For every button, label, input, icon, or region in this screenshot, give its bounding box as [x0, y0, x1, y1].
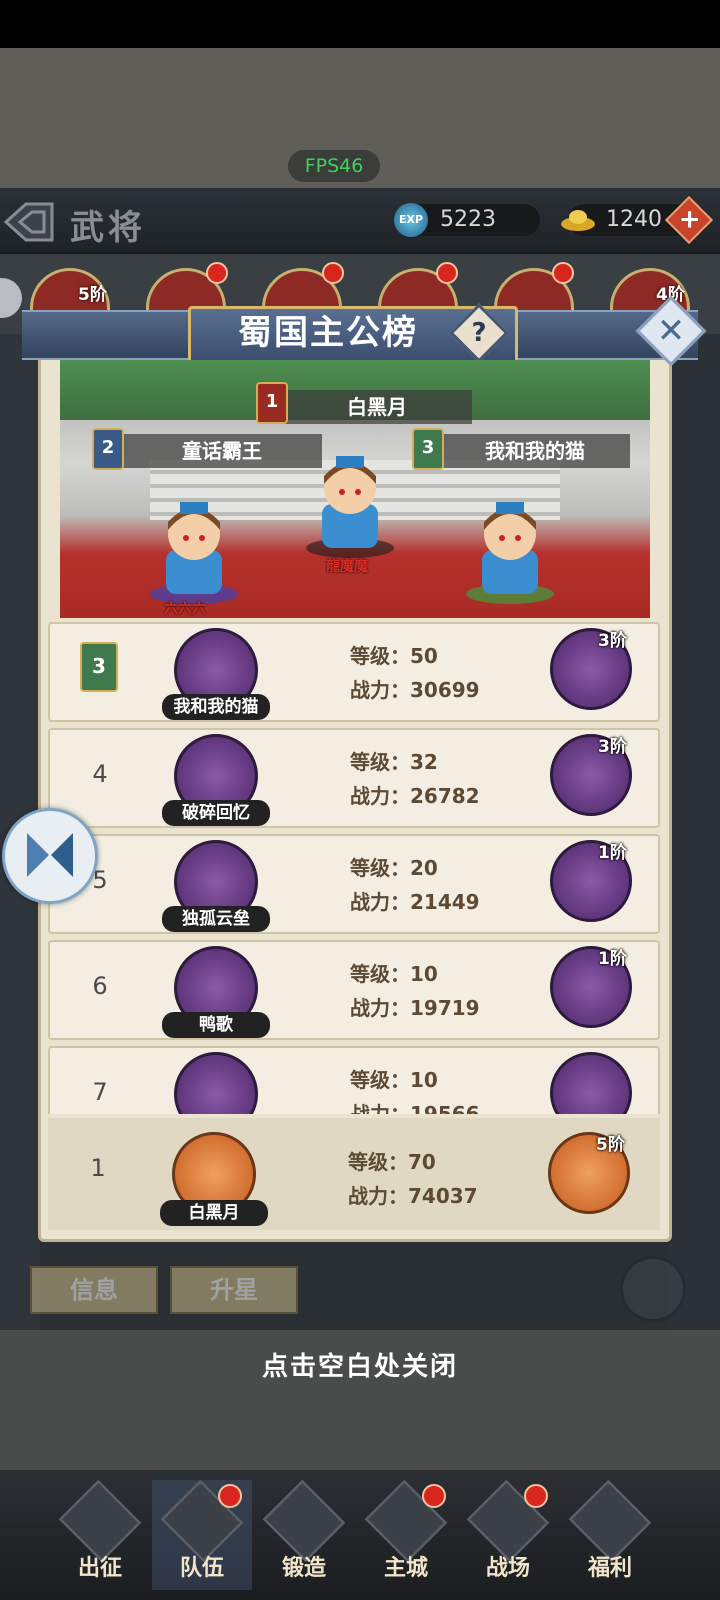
info-button[interactable]: 信息: [30, 1266, 158, 1314]
my-name: 白黑月: [160, 1200, 268, 1226]
floating-assistant-icon[interactable]: [2, 808, 98, 904]
close-icon: ✕: [656, 311, 686, 351]
rank-number: 6: [92, 972, 108, 1000]
my-hero-star-label: 5阶: [596, 1135, 625, 1155]
notification-dot: [436, 262, 458, 284]
my-rank-row[interactable]: 1 白黑月 等级：70 战力：74037 5阶: [48, 1118, 660, 1230]
player-level: 等级：32: [350, 750, 438, 774]
tab-expedition[interactable]: 出征: [50, 1479, 150, 1590]
plus-icon: +: [678, 204, 701, 235]
player-name: 破碎回忆: [162, 800, 270, 826]
game-screen: FPS46 武将 5223 EXP 1240 + 5阶 4阶 信息 升星 蜀国主…: [0, 0, 720, 1600]
hero-star-label: 5阶: [78, 285, 107, 305]
player-level: 等级：10: [350, 1068, 438, 1092]
rank-number: 4: [92, 760, 108, 788]
hero-avatar[interactable]: [550, 1052, 632, 1114]
hero-star-label: 3阶: [598, 631, 627, 651]
rank-2-flag: 2: [92, 428, 124, 470]
my-rank-number: 1: [90, 1154, 106, 1182]
player-power: 战力：19566: [350, 1102, 480, 1114]
fps-counter: FPS46: [288, 150, 380, 182]
player-name: 鸭歌: [162, 1012, 270, 1038]
ranking-row[interactable]: 5 独孤云垒 等级：20 战力：21449 1阶: [48, 834, 660, 934]
ranking-row[interactable]: 6 鸭歌 等级：10 战力：19719 1阶: [48, 940, 660, 1040]
bottom-tab-bar: 出征 队伍 锻造 主城 战场 福利: [0, 1470, 720, 1600]
first-place-tag: 龍魔魔: [326, 559, 368, 575]
gold-ingot-icon: [561, 210, 595, 231]
tab-label: 锻造: [281, 1555, 326, 1581]
my-power: 战力：74037: [348, 1184, 478, 1208]
player-power: 战力：30699: [350, 678, 480, 702]
tab-forge[interactable]: 锻造: [254, 1479, 354, 1590]
panel-title: 蜀国主公榜: [238, 313, 418, 353]
hero-star-label: 1阶: [598, 949, 627, 969]
player-level: 等级：10: [350, 962, 438, 986]
back-arrow-icon[interactable]: [0, 194, 58, 250]
rank-flag-icon: 3: [80, 642, 118, 692]
my-level: 等级：70: [348, 1150, 436, 1174]
tab-label: 战场: [485, 1555, 530, 1581]
question-icon: ?: [471, 318, 487, 348]
status-bar: [0, 0, 720, 48]
tab-team[interactable]: 队伍: [152, 1479, 252, 1590]
second-place-name: 童话霸王: [122, 434, 322, 468]
podium-scene: 白黑月 1 童话霸王 2 我和我的猫 3 龍魔魔 六六六: [60, 360, 650, 618]
notification-dot: [524, 1484, 548, 1508]
background-right: [668, 334, 720, 1334]
tab-label: 主城: [383, 1555, 428, 1581]
ranking-row[interactable]: 4 破碎回忆 等级：32 战力：26782 3阶: [48, 728, 660, 828]
tab-main-city[interactable]: 主城: [356, 1479, 456, 1590]
first-place-avatar[interactable]: [302, 448, 398, 558]
exp-icon: EXP: [394, 203, 428, 237]
first-place-name: 白黑月: [282, 390, 472, 424]
player-power: 战力：26782: [350, 784, 480, 808]
third-place-avatar[interactable]: [462, 494, 558, 604]
notification-dot: [552, 262, 574, 284]
rank-number: 7: [92, 1078, 108, 1106]
notification-dot: [422, 1484, 446, 1508]
ranking-row[interactable]: 3 我和我的猫 等级：50 战力：30699 3阶: [48, 622, 660, 722]
page-title: 武将: [70, 208, 146, 248]
notification-dot: [322, 262, 344, 284]
upgrade-star-button[interactable]: 升星: [170, 1266, 298, 1314]
second-place-tag: 六六六: [164, 601, 206, 617]
player-name: 独孤云垒: [162, 906, 270, 932]
tab-battlefield[interactable]: 战场: [458, 1479, 558, 1590]
third-place-name: 我和我的猫: [440, 434, 630, 468]
rank-1-flag: 1: [256, 382, 288, 424]
player-power: 战力：19719: [350, 996, 480, 1020]
ranking-list[interactable]: 3 我和我的猫 等级：50 战力：30699 3阶 4 破碎回忆 等级：32 战…: [48, 622, 660, 1114]
hero-star-label: 1阶: [598, 843, 627, 863]
tab-label: 出征: [77, 1555, 122, 1581]
notification-dot: [206, 262, 228, 284]
player-power: 战力：21449: [350, 890, 480, 914]
tab-label: 福利: [587, 1555, 632, 1581]
player-level: 等级：20: [350, 856, 438, 880]
ranking-row[interactable]: 7 等级：10 战力：19566: [48, 1046, 660, 1114]
player-level: 等级：50: [350, 644, 438, 668]
player-name: 我和我的猫: [162, 694, 270, 720]
top-bar: 武将 5223 EXP 1240: [0, 188, 720, 254]
notification-dot: [218, 1484, 242, 1508]
tab-welfare[interactable]: 福利: [560, 1479, 660, 1590]
close-hint[interactable]: 点击空白处关闭: [0, 1346, 720, 1383]
second-place-avatar[interactable]: [146, 494, 242, 604]
tab-label: 队伍: [179, 1555, 224, 1581]
hero-star-label: 3阶: [598, 737, 627, 757]
rank-3-flag: 3: [412, 428, 444, 470]
return-icon[interactable]: [620, 1256, 686, 1322]
player-avatar[interactable]: [174, 1052, 258, 1114]
